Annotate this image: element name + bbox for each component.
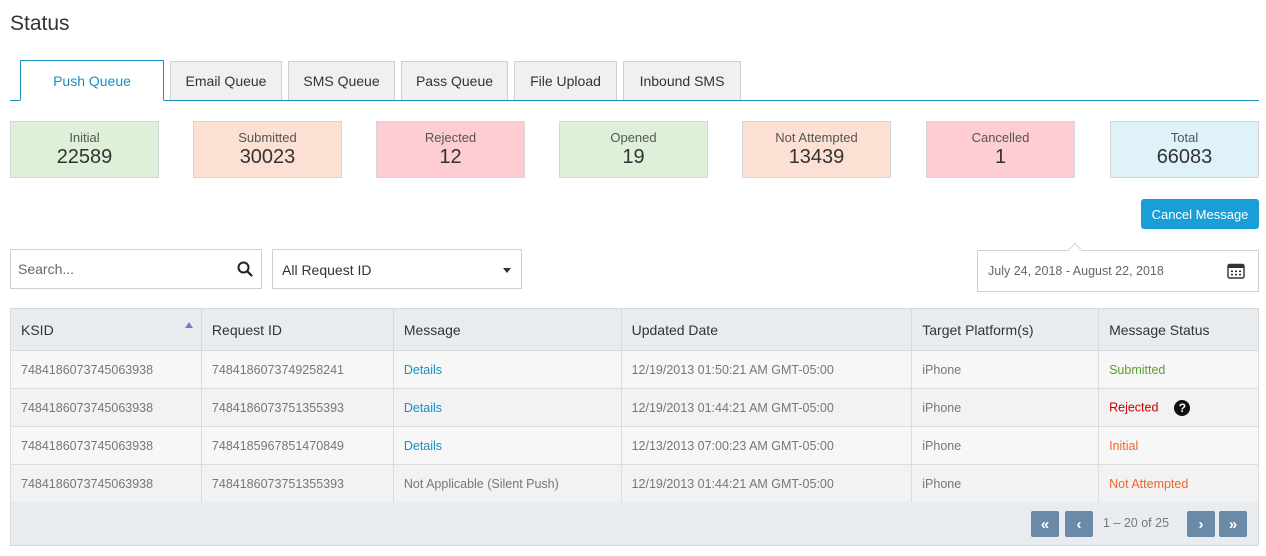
cell-message: Details: [392, 350, 622, 389]
cell-updated-date: 12/13/2013 07:00:23 AM GMT-05:00: [620, 426, 913, 465]
date-range-picker[interactable]: July 24, 2018 - August 22, 2018: [977, 242, 1259, 292]
column-header-ksid[interactable]: KSID: [10, 308, 202, 351]
column-header-request-id[interactable]: Request ID: [200, 308, 394, 351]
cell-updated-date: 12/19/2013 01:50:21 AM GMT-05:00: [620, 350, 913, 389]
date-range-notch: [1067, 242, 1083, 258]
pagination-bar: « ‹ 1 – 20 of 25 › »: [10, 502, 1259, 546]
column-header-label: KSID: [21, 321, 54, 338]
search-icon[interactable]: [237, 261, 253, 277]
cell-ksid: 7484186073745063938: [10, 350, 202, 389]
stat-card-opened: Opened 19: [559, 121, 708, 178]
cell-request-id: 7484186073751355393: [200, 464, 394, 503]
tab-file-upload[interactable]: File Upload: [514, 61, 617, 100]
table-header-row: KSID Request ID Message Updated Date Tar…: [10, 308, 1259, 351]
cell-status: Initial: [1098, 426, 1259, 465]
cell-ksid: 7484186073745063938: [10, 426, 202, 465]
cell-message: Details: [392, 388, 622, 427]
column-header-updated-date[interactable]: Updated Date: [620, 308, 913, 351]
stat-card-submitted: Submitted 30023: [193, 121, 342, 178]
stat-card-cancelled: Cancelled 1: [926, 121, 1075, 178]
column-header-target-platforms[interactable]: Target Platform(s): [911, 308, 1100, 351]
table-row[interactable]: 7484186073745063938 7484186073749258241 …: [10, 350, 1259, 389]
stat-value: 30023: [239, 146, 296, 168]
stat-value: 12: [439, 146, 462, 168]
last-page-button[interactable]: »: [1219, 511, 1247, 537]
cell-status: Not Attempted: [1098, 464, 1259, 503]
search-input[interactable]: [18, 259, 228, 279]
request-id-select[interactable]: All Request ID: [272, 249, 522, 289]
stat-card-rejected: Rejected 12: [376, 121, 525, 178]
cell-platform: iPhone: [911, 426, 1100, 465]
stat-label: Submitted: [238, 130, 297, 145]
pagination-info: 1 – 20 of 25: [1103, 516, 1170, 530]
stat-label: Opened: [610, 130, 657, 145]
cell-ksid: 7484186073745063938: [10, 464, 202, 503]
details-link[interactable]: Details: [404, 401, 442, 415]
status-text: Rejected: [1109, 399, 1159, 414]
stat-card-total: Total 66083: [1110, 121, 1259, 178]
push-queue-table: KSID Request ID Message Updated Date Tar…: [10, 308, 1259, 503]
table-row[interactable]: 7484186073745063938 7484186073751355393 …: [10, 388, 1259, 427]
prev-page-button[interactable]: ‹: [1065, 511, 1093, 537]
tab-pass-queue[interactable]: Pass Queue: [401, 61, 508, 100]
cell-request-id: 7484186073749258241: [200, 350, 394, 389]
tab-inbound-sms[interactable]: Inbound SMS: [623, 61, 741, 100]
cell-status: Submitted: [1098, 350, 1259, 389]
cell-ksid: 7484186073745063938: [10, 388, 202, 427]
queue-tabs: Push Queue Email Queue SMS Queue Pass Qu…: [10, 60, 1259, 101]
stat-card-not-attempted: Not Attempted 13439: [742, 121, 891, 178]
first-page-button[interactable]: «: [1031, 511, 1059, 537]
column-header-message-status[interactable]: Message Status: [1098, 308, 1259, 351]
tab-push-queue[interactable]: Push Queue: [20, 60, 164, 101]
cell-request-id: 7484186073751355393: [200, 388, 394, 427]
stat-value: 13439: [788, 146, 845, 168]
stat-label: Rejected: [424, 130, 477, 145]
help-icon[interactable]: ?: [1174, 399, 1191, 416]
stat-value: 66083: [1156, 146, 1213, 168]
table-row[interactable]: 7484186073745063938 7484186073751355393 …: [10, 464, 1259, 503]
stat-value: 1: [994, 146, 1007, 168]
stat-label: Not Attempted: [775, 130, 858, 145]
stat-label: Total: [1170, 130, 1199, 145]
stat-value: 22589: [56, 146, 113, 168]
stat-card-initial: Initial 22589: [10, 121, 159, 178]
stat-label: Initial: [69, 130, 100, 145]
date-range-value: July 24, 2018 - August 22, 2018: [988, 264, 1164, 278]
tab-sms-queue[interactable]: SMS Queue: [288, 61, 395, 100]
table-row[interactable]: 7484186073745063938 7484185967851470849 …: [10, 426, 1259, 465]
cell-updated-date: 12/19/2013 01:44:21 AM GMT-05:00: [620, 464, 913, 503]
cell-platform: iPhone: [911, 464, 1100, 503]
page-title: Status: [10, 12, 70, 35]
cell-request-id: 7484185967851470849: [200, 426, 394, 465]
details-link[interactable]: Details: [404, 363, 442, 377]
chevron-down-icon: [503, 268, 511, 273]
cell-updated-date: 12/19/2013 01:44:21 AM GMT-05:00: [620, 388, 913, 427]
cell-message: Not Applicable (Silent Push): [392, 464, 622, 503]
calendar-icon[interactable]: [1227, 263, 1245, 279]
cancel-message-button[interactable]: Cancel Message: [1141, 199, 1259, 229]
search-box: [10, 249, 262, 289]
cell-message: Details: [392, 426, 622, 465]
cell-platform: iPhone: [911, 350, 1100, 389]
next-page-button[interactable]: ›: [1187, 511, 1215, 537]
tab-email-queue[interactable]: Email Queue: [170, 61, 282, 100]
stat-value: 19: [622, 146, 645, 168]
request-id-select-value: All Request ID: [282, 262, 372, 278]
details-link[interactable]: Details: [404, 439, 442, 453]
cell-platform: iPhone: [911, 388, 1100, 427]
column-header-message[interactable]: Message: [392, 308, 622, 351]
stat-label: Cancelled: [971, 130, 1030, 145]
sort-asc-icon[interactable]: [184, 322, 193, 328]
cell-status: Rejected?: [1098, 388, 1259, 427]
